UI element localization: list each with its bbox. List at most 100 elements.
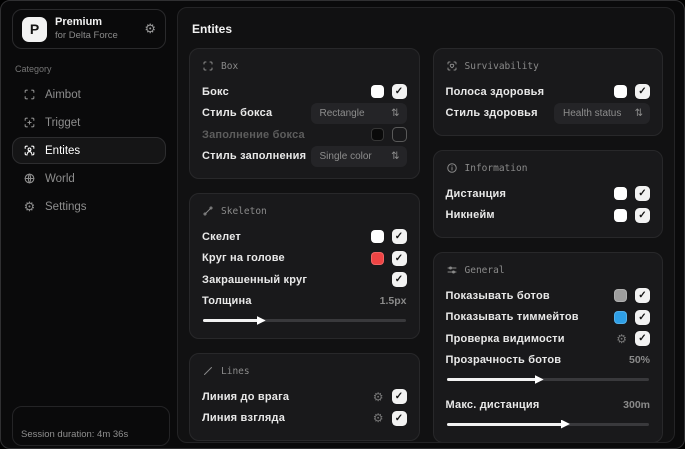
bot-opacity-slider[interactable]: [446, 374, 649, 384]
slider-thumb[interactable]: [534, 375, 544, 384]
setting-row-max-distance: Макс. дистанция 300m: [446, 394, 651, 416]
color-swatch[interactable]: [370, 251, 384, 265]
color-swatch[interactable]: [614, 310, 627, 324]
setting-label: Скелет: [202, 230, 241, 243]
sidebar-item-entites[interactable]: Entites: [12, 137, 166, 164]
card-information-header: Information: [446, 162, 651, 174]
setting-label: Дистанция: [445, 187, 507, 200]
checkbox[interactable]: ✓: [635, 84, 650, 100]
check-icon: ✓: [638, 311, 647, 323]
app-logo: P: [22, 16, 47, 42]
checkbox[interactable]: [391, 127, 407, 143]
card-survivability: Survivability Полоса здоровья ✓ Стиль зд…: [432, 48, 663, 136]
gear-icon[interactable]: ⚙: [373, 391, 384, 403]
checkbox[interactable]: ✓: [391, 410, 407, 426]
health-style-dropdown[interactable]: Health status ⇅: [554, 102, 650, 124]
card-survivability-header: Survivability: [446, 60, 651, 72]
gear-icon[interactable]: ⚙: [373, 412, 384, 424]
check-icon: ✓: [394, 391, 404, 403]
setting-label: Показывать ботов: [445, 289, 550, 302]
category-label: Category: [15, 64, 52, 74]
check-icon: ✓: [394, 412, 404, 424]
card-title: Skeleton: [221, 205, 267, 217]
gear-icon[interactable]: ⚙: [616, 333, 627, 345]
setting-label: Прозрачность ботов: [445, 354, 562, 367]
setting-row-box-fill: Заполнение бокса: [202, 124, 407, 146]
color-swatch[interactable]: [370, 230, 384, 244]
card-information: Information Дистанция ✓ Никнейм ✓: [432, 150, 663, 238]
session-duration-box: Session duration: 4m 36s: [12, 406, 170, 446]
app-window: P Premium for Delta Force ⚙ Category Aim…: [0, 0, 685, 449]
color-swatch[interactable]: [614, 85, 627, 99]
max-distance-slider[interactable]: [446, 419, 649, 429]
thickness-slider[interactable]: [203, 315, 406, 325]
setting-row-show-bots: Показывать ботов ✓: [445, 285, 650, 307]
session-duration-label: Session duration: 4m 36s: [21, 429, 129, 440]
gear-icon[interactable]: ⚙: [144, 21, 156, 37]
heart-scan-icon: [447, 61, 456, 71]
slider-value: 50%: [628, 354, 650, 367]
card-title: Survivability: [464, 60, 539, 72]
color-swatch[interactable]: [614, 289, 627, 303]
card-title: Information: [464, 162, 528, 174]
sidebar-item-trigget[interactable]: Trigget: [12, 109, 166, 136]
color-swatch[interactable]: [370, 128, 384, 142]
card-title: Lines: [221, 365, 250, 377]
globe-icon: [24, 173, 35, 184]
sidebar-item-settings[interactable]: ⚙ Settings: [12, 193, 166, 220]
slider-value: 1.5px: [379, 295, 407, 308]
checkbox[interactable]: ✓: [391, 389, 407, 405]
checkbox[interactable]: ✓: [391, 84, 407, 100]
slider-fill: [446, 422, 564, 426]
slider-thumb[interactable]: [256, 316, 266, 325]
sidebar-item-label: Trigget: [45, 116, 81, 129]
dropdown-value: Single color: [319, 150, 372, 162]
cards-grid: Box Бокс ✓ Стиль бокса Rectangle ⇅ Запол…: [189, 48, 663, 442]
setting-row-nickname: Никнейм ✓: [445, 205, 650, 227]
checkbox[interactable]: ✓: [635, 186, 650, 202]
setting-label: Круг на голове: [202, 252, 285, 265]
slider-fill: [446, 378, 538, 381]
slider-value: 300m: [623, 398, 650, 411]
setting-label: Никнейм: [445, 209, 495, 222]
card-box-header: Box: [202, 60, 407, 72]
sidebar-item-aimbot[interactable]: Aimbot: [12, 81, 166, 108]
slider-fill: [203, 319, 260, 322]
setting-label: Бокс: [202, 85, 229, 98]
checkbox[interactable]: ✓: [391, 229, 407, 245]
box-style-dropdown[interactable]: Rectangle ⇅: [310, 102, 407, 124]
unfold-icon: ⇅: [634, 107, 643, 119]
check-icon: ✓: [394, 231, 404, 243]
setting-label: Полоса здоровья: [445, 85, 545, 98]
setting-row-health-style: Стиль здоровья Health status ⇅: [445, 102, 650, 125]
card-skeleton: Skeleton Скелет ✓ Круг на голове ✓ Закра…: [189, 193, 420, 339]
checkbox[interactable]: ✓: [635, 288, 650, 304]
info-icon: [446, 163, 457, 173]
color-swatch[interactable]: [614, 208, 627, 222]
setting-row-distance: Дистанция ✓: [445, 183, 650, 205]
sidebar-item-label: Aimbot: [45, 88, 81, 101]
setting-label: Линия до врага: [202, 390, 290, 403]
check-icon: ✓: [638, 209, 647, 221]
fill-style-dropdown[interactable]: Single color ⇅: [310, 145, 407, 167]
setting-row-box-style: Стиль бокса Rectangle ⇅: [202, 102, 407, 125]
check-icon: ✓: [394, 86, 404, 98]
check-icon: ✓: [638, 333, 647, 345]
gear-icon: ⚙: [23, 199, 36, 214]
color-swatch[interactable]: [370, 85, 384, 99]
checkbox[interactable]: ✓: [635, 207, 650, 223]
check-icon: ✓: [394, 274, 404, 286]
checkbox[interactable]: ✓: [635, 309, 650, 325]
sliders-icon: [447, 266, 456, 274]
setting-label: Стиль здоровья: [445, 107, 538, 120]
checkbox[interactable]: ✓: [635, 331, 650, 347]
slider-thumb[interactable]: [560, 419, 570, 429]
line-icon: [204, 367, 212, 375]
sidebar-item-world[interactable]: World: [12, 165, 166, 192]
setting-label: Показывать тиммейтов: [445, 311, 579, 324]
checkbox[interactable]: ✓: [391, 272, 407, 288]
setting-label: Толщина: [202, 295, 252, 308]
color-swatch[interactable]: [614, 187, 627, 201]
checkbox[interactable]: ✓: [391, 250, 407, 266]
setting-label: Макс. дистанция: [445, 398, 540, 411]
